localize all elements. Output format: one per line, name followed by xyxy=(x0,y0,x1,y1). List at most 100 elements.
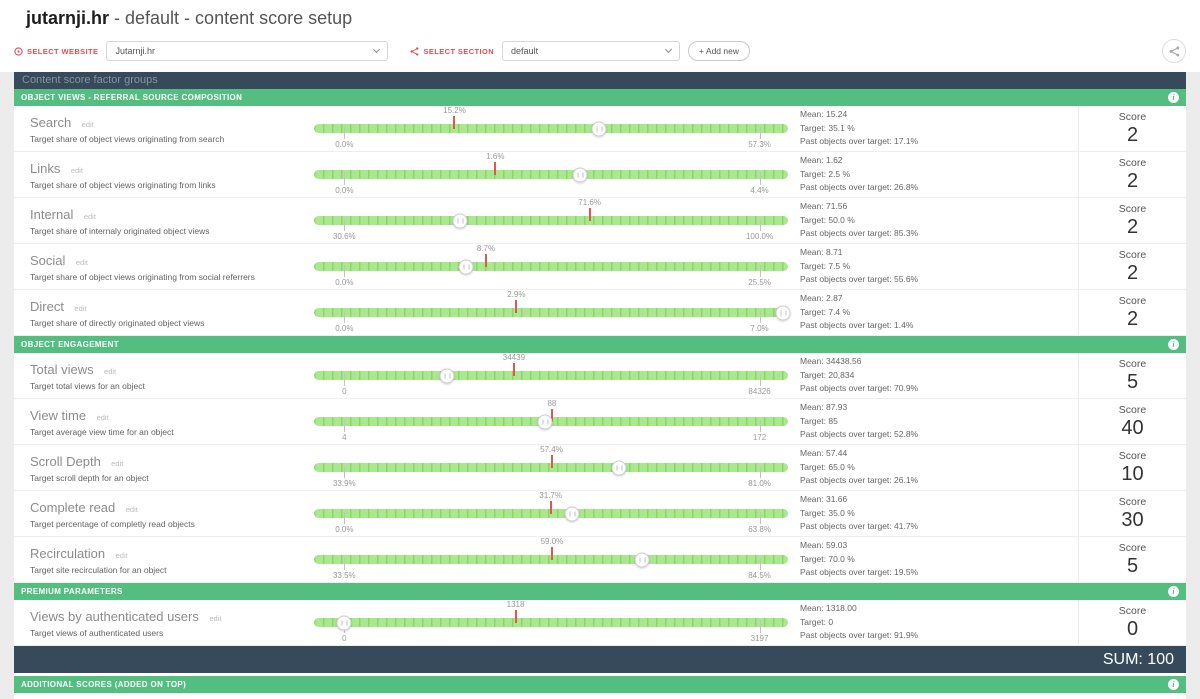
slider-handle[interactable] xyxy=(337,615,352,630)
slider-track[interactable] xyxy=(314,124,788,133)
edit-link[interactable]: edit xyxy=(74,304,86,313)
stat-line: Mean: 59.03 xyxy=(800,539,1078,553)
score-box: Score 40 xyxy=(1078,399,1186,444)
mean-marker: 59.0% xyxy=(551,547,553,560)
section-select[interactable]: default xyxy=(502,41,680,61)
edit-link[interactable]: edit xyxy=(82,120,94,129)
slider-track[interactable] xyxy=(314,216,788,225)
info-icon[interactable]: i xyxy=(1168,586,1179,597)
row-stats: Mean: 8.71Target: 7.5 %Past objects over… xyxy=(788,246,1078,287)
max-label: 84.5% xyxy=(748,571,771,580)
slider-track[interactable] xyxy=(314,618,788,627)
score-value: 2 xyxy=(1127,262,1138,285)
target-slider: 0.0% 57.3% 15.2% xyxy=(314,106,788,151)
row-description: Target average view time for an object xyxy=(30,427,314,437)
slider-track[interactable] xyxy=(314,371,788,380)
mean-marker: 1318 xyxy=(515,610,517,623)
slider-track[interactable] xyxy=(314,170,788,179)
stat-line: Past objects over target: 17.1% xyxy=(800,135,1078,149)
info-icon[interactable]: i xyxy=(1168,679,1179,690)
stat-line: Past objects over target: 52.8% xyxy=(800,428,1078,442)
mean-marker-label: 1.6% xyxy=(486,152,504,161)
row-description: Target views of authenticated users xyxy=(30,628,314,638)
edit-link[interactable]: edit xyxy=(111,459,123,468)
target-slider: 33.5% 84.5% 59.0% xyxy=(314,537,788,582)
slider-handle[interactable] xyxy=(573,167,588,182)
score-value: 5 xyxy=(1127,555,1138,578)
score-box: Score 2 xyxy=(1078,106,1186,151)
edit-link[interactable]: edit xyxy=(97,413,109,422)
mean-marker: 2.9% xyxy=(515,300,517,313)
mean-marker-label: 2.9% xyxy=(507,290,525,299)
row-title: Social xyxy=(30,253,65,268)
slider-handle[interactable] xyxy=(611,460,626,475)
max-tick: 25.5% xyxy=(760,265,761,277)
score-label: Score xyxy=(1119,358,1146,370)
edit-link[interactable]: edit xyxy=(71,166,83,175)
stat-line: Mean: 71.56 xyxy=(800,200,1078,214)
slider-handle[interactable] xyxy=(439,368,454,383)
score-box: Score 5 xyxy=(1078,537,1186,582)
section-select-value: default xyxy=(511,46,538,56)
add-new-button[interactable]: + Add new xyxy=(688,41,750,61)
slider-handle[interactable] xyxy=(453,213,468,228)
min-tick: 0 xyxy=(344,374,345,386)
mean-marker-label: 8.7% xyxy=(477,244,495,253)
stat-line: Mean: 1.62 xyxy=(800,154,1078,168)
max-label: 100.0% xyxy=(746,232,773,241)
target-slider: 0.0% 25.5% 8.7% xyxy=(314,244,788,289)
slider-handle[interactable] xyxy=(459,259,474,274)
edit-link[interactable]: edit xyxy=(76,258,88,267)
share-button[interactable] xyxy=(1162,39,1186,63)
website-select[interactable]: Jutarnji.hr xyxy=(106,41,388,61)
target-slider: 33.9% 81.0% 57.4% xyxy=(314,445,788,490)
row-stats: Mean: 59.03Target: 70.0 %Past objects ov… xyxy=(788,539,1078,580)
edit-link[interactable]: edit xyxy=(104,367,116,376)
slider-handle[interactable] xyxy=(591,121,606,136)
slider-handle[interactable] xyxy=(537,414,552,429)
chevron-down-icon xyxy=(373,46,380,53)
info-icon[interactable]: i xyxy=(1168,339,1179,350)
stat-line: Target: 0 xyxy=(800,616,1078,630)
factor-row: Search edit Target share of object views… xyxy=(14,106,1186,152)
info-icon[interactable]: i xyxy=(1168,92,1179,103)
score-box: Score 10 xyxy=(1078,445,1186,490)
edit-link[interactable]: edit xyxy=(116,551,128,560)
slider-handle[interactable] xyxy=(634,552,649,567)
row-title: Recirculation xyxy=(30,546,105,561)
max-tick: 57.3% xyxy=(760,127,761,139)
row-description: Target share of internaly originated obj… xyxy=(30,226,314,236)
max-tick: 172 xyxy=(760,420,761,432)
slider-handle[interactable] xyxy=(776,305,791,320)
sections-main: OBJECT VIEWS - REFERRAL SOURCE COMPOSITI… xyxy=(14,89,1186,646)
row-stats: Mean: 34438.56Target: 20,834Past objects… xyxy=(788,355,1078,396)
min-label: 0 xyxy=(342,387,346,396)
section: OBJECT ENGAGEMENT i Total views edit Tar… xyxy=(14,336,1186,583)
score-label: Score xyxy=(1119,203,1146,215)
slider-track[interactable] xyxy=(314,308,788,317)
slider-handle[interactable] xyxy=(565,506,580,521)
stat-line: Target: 50.0 % xyxy=(800,214,1078,228)
score-value: 30 xyxy=(1121,509,1143,532)
edit-link[interactable]: edit xyxy=(84,212,96,221)
website-select-value: Jutarnji.hr xyxy=(115,46,155,56)
edit-link[interactable]: edit xyxy=(126,505,138,514)
page-title: jutarnji.hr - default - content score se… xyxy=(14,6,1186,31)
section: PREMIUM PARAMETERS i Views by authentica… xyxy=(14,583,1186,646)
stat-line: Mean: 8.71 xyxy=(800,246,1078,260)
min-label: 0.0% xyxy=(335,324,353,333)
max-tick: 100.0% xyxy=(760,219,761,231)
mean-marker-label: 15.2% xyxy=(443,106,466,115)
row-title: Internal xyxy=(30,207,73,222)
row-stats: Mean: 71.56Target: 50.0 %Past objects ov… xyxy=(788,200,1078,241)
edit-link[interactable]: edit xyxy=(209,614,221,623)
stat-line: Target: 20,834 xyxy=(800,369,1078,383)
slider-track[interactable] xyxy=(314,262,788,271)
target-slider: 0.0% 63.8% 31.7% xyxy=(314,491,788,536)
score-label: Score xyxy=(1119,111,1146,123)
sum-bar: SUM: 100 xyxy=(14,646,1186,673)
max-tick: 84326 xyxy=(760,374,761,386)
stat-line: Mean: 34438.56 xyxy=(800,355,1078,369)
min-label: 0.0% xyxy=(335,525,353,534)
factor-info: Links edit Target share of object views … xyxy=(14,160,314,190)
